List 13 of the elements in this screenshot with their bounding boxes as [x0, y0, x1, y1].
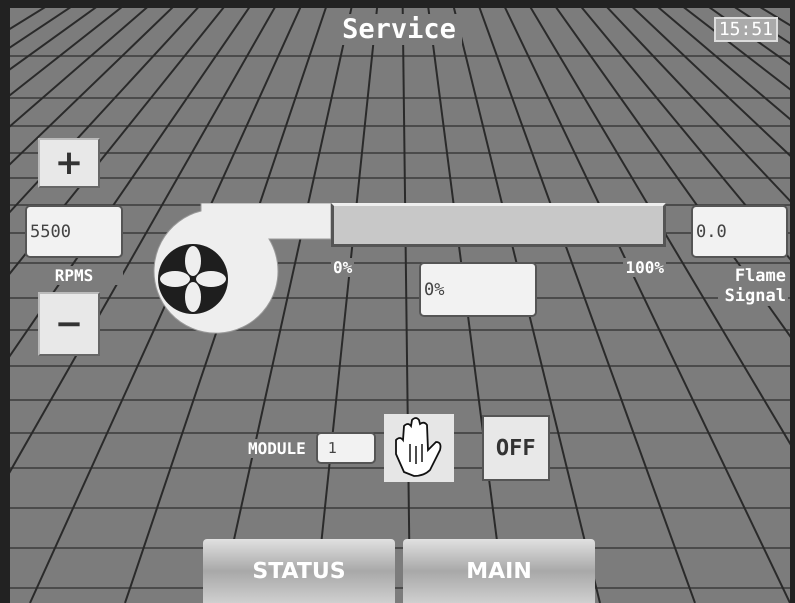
scale-min-label: 0%	[331, 258, 354, 277]
increase-button[interactable]: +	[38, 138, 100, 188]
decrease-button[interactable]: −	[38, 292, 100, 356]
off-button[interactable]: OFF	[482, 415, 550, 481]
rpm-field[interactable]: 5500	[25, 205, 123, 258]
firing-rate-field[interactable]: 0%	[419, 262, 537, 317]
hand-icon[interactable]	[384, 414, 454, 482]
flame-signal-field[interactable]: 0.0	[691, 205, 788, 258]
flame-signal-label: Flame Signal	[718, 266, 788, 306]
scale-max-label: 100%	[623, 258, 666, 277]
clock: 15:51	[714, 16, 778, 42]
module-field[interactable]: 1	[316, 432, 376, 464]
module-label: MODULE	[246, 438, 308, 458]
